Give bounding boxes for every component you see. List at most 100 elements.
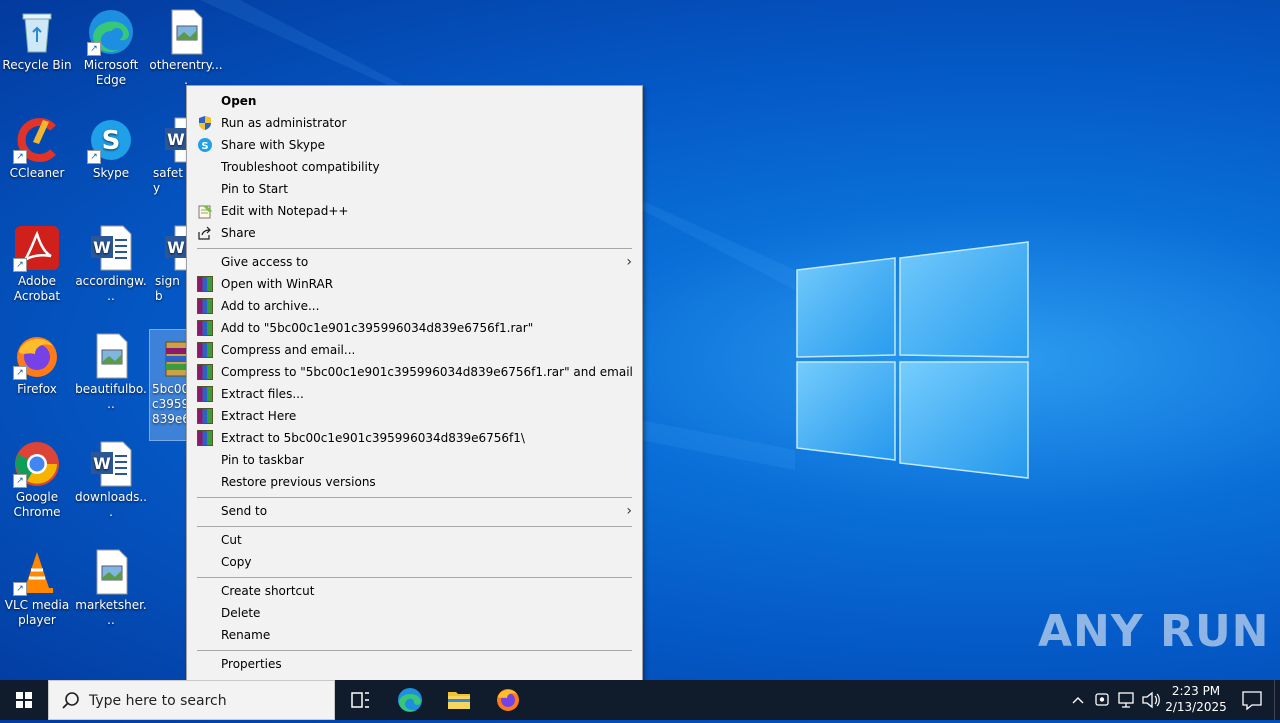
taskbar-edge-button[interactable] xyxy=(386,680,434,720)
desktop-icon-downloads[interactable]: W downloads... xyxy=(74,440,148,520)
menu-item-label: Open xyxy=(221,94,257,108)
task-view-button[interactable] xyxy=(336,680,384,720)
menu-item-pin-to-taskbar[interactable]: Pin to taskbar xyxy=(187,449,642,471)
winrar-archive-icon xyxy=(162,332,186,380)
menu-item-label: Extract to 5bc00c1e901c395996034d839e675… xyxy=(221,431,525,445)
menu-item-edit-with-notepad-plus-plus[interactable]: Edit with Notepad++ xyxy=(187,200,642,222)
taskbar-clock[interactable]: 2:23 PM 2/13/2025 xyxy=(1160,683,1232,715)
desktop-icon-adobe-acrobat[interactable]: ↗ Adobe Acrobat xyxy=(0,224,74,304)
menu-item-extract-files[interactable]: Extract files... xyxy=(187,383,642,405)
volume-icon xyxy=(1142,691,1160,709)
show-desktop-button[interactable] xyxy=(1274,680,1280,720)
menu-separator xyxy=(197,526,632,527)
menu-item-add-to-archive[interactable]: Add to archive... xyxy=(187,295,642,317)
desktop-icon-label: downloads... xyxy=(75,490,147,519)
menu-item-rename[interactable]: Rename xyxy=(187,624,642,646)
menu-item-share-with-skype[interactable]: S Share with Skype xyxy=(187,134,642,156)
menu-item-run-as-administrator[interactable]: Run as administrator xyxy=(187,112,642,134)
desktop-icon-vlc[interactable]: ↗ VLC media player xyxy=(0,548,74,628)
menu-separator xyxy=(197,577,632,578)
menu-item-label: Troubleshoot compatibility xyxy=(221,160,380,174)
menu-item-label: Compress and email... xyxy=(221,343,356,357)
desktop-icon-safety[interactable]: W safety xyxy=(149,116,186,196)
tray-icon-volume[interactable] xyxy=(1140,680,1162,720)
menu-item-give-access-to[interactable]: Give access to › xyxy=(187,251,642,273)
menu-item-troubleshoot-compatibility[interactable]: Troubleshoot compatibility xyxy=(187,156,642,178)
desktop-icon-google-chrome[interactable]: ↗ Google Chrome xyxy=(0,440,74,520)
menu-item-compress-to-rar-and-email[interactable]: Compress to "5bc00c1e901c395996034d839e6… xyxy=(187,361,642,383)
desktop-icon-ccleaner[interactable]: ↗ CCleaner xyxy=(0,116,74,181)
menu-item-delete[interactable]: Delete xyxy=(187,602,642,624)
desktop-icon-label: Google Chrome xyxy=(13,490,61,519)
menu-item-label: Properties xyxy=(221,657,282,671)
taskbar-search-box[interactable]: Type here to search xyxy=(48,680,335,720)
recycle-bin-icon xyxy=(13,8,61,56)
desktop-icon-firefox[interactable]: ↗ Firefox xyxy=(0,332,74,397)
desktop-icon-label: CCleaner xyxy=(9,166,65,180)
svg-text:W: W xyxy=(93,454,111,473)
desktop-icon-label: Adobe Acrobat xyxy=(13,274,61,303)
shortcut-arrow-icon: ↗ xyxy=(13,258,27,272)
desktop-icon-label: safety xyxy=(153,166,183,195)
taskbar-firefox-button[interactable] xyxy=(484,680,532,720)
desktop-icon-skype[interactable]: S ↗ Skype xyxy=(74,116,148,181)
skype-icon: S xyxy=(197,137,213,153)
tray-icon-network[interactable] xyxy=(1116,680,1138,720)
search-placeholder: Type here to search xyxy=(89,693,227,709)
menu-item-copy[interactable]: Copy xyxy=(187,551,642,573)
menu-item-create-shortcut[interactable]: Create shortcut xyxy=(187,580,642,602)
menu-item-label: Pin to Start xyxy=(221,182,288,196)
desktop-icon-microsoft-edge[interactable]: ↗ Microsoft Edge xyxy=(74,8,148,88)
notepad-plus-plus-icon xyxy=(197,203,213,219)
menu-item-label: Add to "5bc00c1e901c395996034d839e6756f1… xyxy=(221,321,534,335)
desktop-icon-signb[interactable]: W signb xyxy=(149,224,186,304)
shortcut-arrow-icon: ↗ xyxy=(87,150,101,164)
start-button[interactable] xyxy=(0,680,48,720)
menu-item-properties[interactable]: Properties xyxy=(187,653,642,675)
adobe-acrobat-icon: ↗ xyxy=(13,224,61,272)
menu-item-add-to-rar[interactable]: Add to "5bc00c1e901c395996034d839e6756f1… xyxy=(187,317,642,339)
menu-item-cut[interactable]: Cut xyxy=(187,529,642,551)
svg-text:W: W xyxy=(167,238,185,257)
taskbar-file-explorer-button[interactable] xyxy=(435,680,483,720)
menu-item-send-to[interactable]: Send to › xyxy=(187,500,642,522)
menu-separator xyxy=(197,650,632,651)
anyrun-watermark: ANY RUN xyxy=(1038,606,1270,657)
menu-item-label: Extract files... xyxy=(221,387,304,401)
menu-item-label: Create shortcut xyxy=(221,584,315,598)
desktop-icon-otherentry[interactable]: otherentry.... xyxy=(149,8,223,88)
menu-item-extract-to-folder[interactable]: Extract to 5bc00c1e901c395996034d839e675… xyxy=(187,427,642,449)
show-hidden-icons-button[interactable] xyxy=(1068,680,1088,720)
menu-item-extract-here[interactable]: Extract Here xyxy=(187,405,642,427)
desktop-icon-label: Firefox xyxy=(17,382,57,396)
image-file-icon xyxy=(87,332,135,380)
firefox-icon xyxy=(497,689,519,711)
share-icon xyxy=(197,225,213,241)
menu-item-open[interactable]: Open xyxy=(187,90,642,112)
desktop-icon-rar-archive[interactable]: 5bc00c c3959 839e67 xyxy=(149,329,187,441)
svg-text:S: S xyxy=(102,126,121,156)
tray-icon-meet[interactable] xyxy=(1092,680,1112,720)
shortcut-arrow-icon: ↗ xyxy=(87,42,101,56)
menu-item-label: Pin to taskbar xyxy=(221,453,304,467)
action-center-button[interactable] xyxy=(1232,680,1272,720)
edge-icon: ↗ xyxy=(87,8,135,56)
shortcut-arrow-icon: ↗ xyxy=(13,366,27,380)
desktop-icon-recycle-bin[interactable]: Recycle Bin xyxy=(0,8,74,73)
menu-item-restore-previous-versions[interactable]: Restore previous versions xyxy=(187,471,642,493)
menu-item-label: Edit with Notepad++ xyxy=(221,204,349,218)
desktop-icon-accordingw[interactable]: W accordingw... xyxy=(74,224,148,304)
menu-item-open-with-winrar[interactable]: Open with WinRAR xyxy=(187,273,642,295)
desktop-icon-marketsher[interactable]: marketsher... xyxy=(74,548,148,628)
chevron-up-icon xyxy=(1072,697,1084,704)
menu-item-share[interactable]: Share xyxy=(187,222,642,244)
menu-item-compress-and-email[interactable]: Compress and email... xyxy=(187,339,642,361)
menu-item-label: Restore previous versions xyxy=(221,475,376,489)
vlc-icon: ↗ xyxy=(13,548,61,596)
svg-text:W: W xyxy=(167,130,185,149)
desktop-icon-beautifulbo[interactable]: beautifulbo... xyxy=(74,332,148,412)
menu-item-label: Send to xyxy=(221,504,268,518)
menu-item-pin-to-start[interactable]: Pin to Start xyxy=(187,178,642,200)
desktop-icon-label: Skype xyxy=(92,166,130,180)
menu-item-label: Copy xyxy=(221,555,252,569)
